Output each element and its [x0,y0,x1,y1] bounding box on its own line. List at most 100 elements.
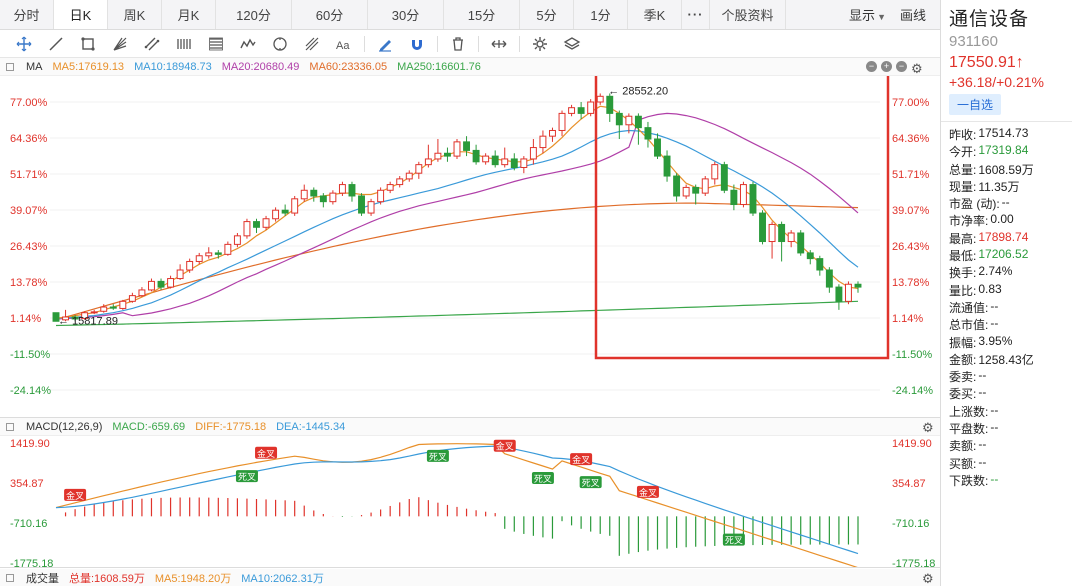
tab-分时[interactable]: 分时 [0,0,54,29]
macd-legend-item: DEA:-1445.34 [276,420,346,433]
quote-stat-value: 17319.84 [978,143,1029,158]
tab-1分[interactable]: 1分 [574,0,628,29]
volume-toggle-icon[interactable] [6,573,14,582]
quote-stat-label: 委买: [949,387,977,402]
tab-月K[interactable]: 月K [162,0,216,29]
quote-stat-value: -- [978,368,987,383]
tab-120分[interactable]: 120分 [216,0,292,29]
wave-tool-button[interactable] [232,33,264,55]
candle [272,207,280,222]
ma-toggle-icon[interactable] [6,62,14,71]
tab-周K[interactable]: 周K [108,0,162,29]
candle [692,184,700,205]
quote-stat-value: 1608.59万 [978,162,1034,177]
text-tool-button[interactable]: Aa [328,33,360,55]
display-menu-button[interactable]: 显示 ▼ [849,5,886,24]
draw-line-button[interactable]: 画线 [900,5,926,24]
quote-stat-value: -- [978,385,987,400]
line-tool-button[interactable] [40,33,72,55]
settings-icon [533,36,547,51]
candle [501,147,509,168]
candlestick-chart[interactable]: 77.00% 77.00% 64.36% 64.36% 51.71% 51.71% 39.0… [0,76,940,418]
svg-text:死叉: 死叉 [534,474,552,485]
quote-stat-row: 总市值: -- [949,316,1080,333]
svg-text:死叉: 死叉 [429,452,447,463]
candle [768,221,776,259]
quote-stat-label: 总量: [949,162,977,177]
drawing-toolbar: Aa [0,30,940,58]
resize-tool-button[interactable] [483,33,515,55]
zoom-out-icon[interactable]: − [896,61,907,72]
quote-stat-row: 现量: 11.35万 [949,178,1080,195]
candle [243,218,251,239]
candle [720,161,728,194]
volume-gear-icon[interactable]: ⚙ [922,571,934,586]
bars-tool-button[interactable] [168,33,200,55]
quote-stat-row: 昨收: 17514.73 [949,126,1080,143]
tab-季K[interactable]: 季K [628,0,682,29]
more-periods-button[interactable]: ··· [682,0,710,29]
candle [816,255,824,276]
candle [711,161,719,185]
macd-tick-label-right: -710.16 [892,518,929,530]
macd-panel-controls: ⚙ [922,420,934,436]
zoom-in-icon[interactable]: + [881,61,892,72]
tab-60分[interactable]: 60分 [292,0,368,29]
quote-stat-label: 换手: [949,266,977,281]
list-icon [209,37,223,50]
trash-tool-button[interactable] [442,33,474,55]
svg-text:金叉: 金叉 [496,441,514,453]
candle [128,292,136,303]
quote-stat-row: 流通值: -- [949,299,1080,316]
panel-gear-icon[interactable]: ⚙ [911,61,923,77]
layers-tool-button[interactable] [556,33,588,55]
bars-icon [177,38,191,49]
toolbar-separator [437,35,438,52]
minimize-icon[interactable]: − [866,61,877,72]
parallel-tool-button[interactable] [136,33,168,55]
quote-stat-label: 总市值: [949,318,989,333]
tab-15分[interactable]: 15分 [444,0,520,29]
diff-line [55,443,859,568]
macd-chart[interactable]: 1419.90 1419.90 354.87 354.87 -710.16 -710.16… [0,436,940,568]
candle [329,190,337,205]
magnet-tool-button[interactable] [401,33,433,55]
macd-toggle-icon[interactable] [6,422,14,431]
candle [138,287,146,298]
y-tick-label-left: 26.43% [10,241,48,253]
pen-tool-button[interactable] [369,33,401,55]
list-tool-button[interactable] [200,33,232,55]
candle [358,193,365,216]
tab-30分[interactable]: 30分 [368,0,444,29]
fan-tool-button[interactable] [104,33,136,55]
quote-stat-label: 金额: [949,352,977,367]
candle [577,102,585,120]
ma-legend-item: MA10:18948.73 [134,60,212,73]
quote-stat-row: 委卖: -- [949,368,1080,385]
candle [825,267,833,293]
candle [434,139,442,162]
candle [606,93,614,122]
svg-text:金叉: 金叉 [639,487,657,499]
settings-tool-button[interactable] [524,33,556,55]
tab-profile[interactable]: 个股资料 [710,0,786,29]
add-favorite-button[interactable]: 一自选 [949,94,1002,115]
macd-legend: MACD(12,26,9) MACD:-659.69 DIFF:-1775.18 DE… [0,418,940,436]
macd-gear-icon[interactable]: ⚙ [922,420,934,436]
quote-stat-label: 委卖: [949,370,977,385]
svg-text:金叉: 金叉 [257,448,275,460]
y-tick-label-left: -24.14% [10,385,51,397]
quote-stat-value: -- [990,402,999,417]
macd-tick-label-left: -1775.18 [10,558,53,568]
tab-日K[interactable]: 日K [54,0,108,29]
fork-tool-button[interactable] [296,33,328,55]
candle [644,121,652,148]
tab-5分[interactable]: 5分 [520,0,574,29]
crosshair-tool-button[interactable] [8,33,40,55]
candle [835,284,843,310]
quote-stat-value: 2.74% [978,264,1013,279]
cycle-tool-button[interactable] [264,33,296,55]
rect-tool-button[interactable] [72,33,104,55]
macd-tick-label-left: -710.16 [10,518,47,530]
candle [549,127,556,142]
